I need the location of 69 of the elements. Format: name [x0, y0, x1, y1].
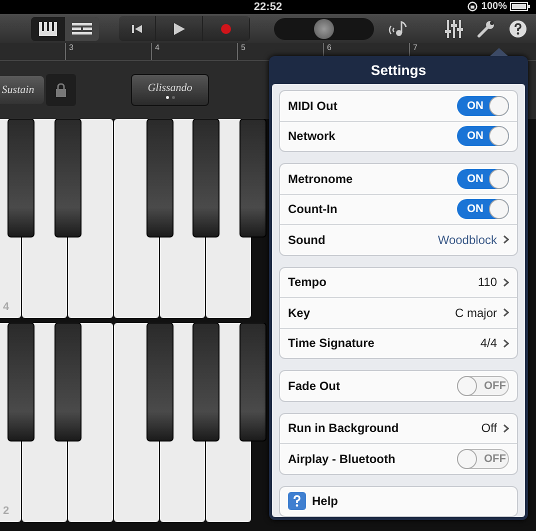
setting-label: Airplay - Bluetooth — [288, 452, 396, 466]
chevron-icon — [503, 235, 509, 244]
setting-label: Fade Out — [288, 378, 342, 393]
popover-arrow — [490, 48, 508, 56]
settings-row[interactable]: Network ON — [280, 120, 517, 151]
settings-row[interactable]: Sound Woodblock — [280, 224, 517, 254]
wrench-icon[interactable] — [477, 20, 495, 38]
octave-label: 2 — [3, 505, 10, 517]
chevron-icon — [503, 338, 509, 348]
rewind-button[interactable] — [119, 16, 156, 41]
octave-label: 4 — [3, 301, 10, 313]
setting-value: 4/4 — [480, 336, 497, 350]
record-icon — [221, 24, 231, 34]
setting-value: C major — [454, 306, 497, 320]
setting-label: MIDI Out — [288, 98, 338, 113]
mixer-icon[interactable] — [445, 20, 463, 38]
battery-icon — [510, 2, 530, 11]
settings-row[interactable]: Help — [280, 486, 517, 516]
piano-keys-drawing[interactable] — [0, 119, 269, 319]
status-time: 22:52 — [254, 1, 282, 13]
setting-label: Tempo — [288, 275, 328, 290]
toggle-switch[interactable]: ON — [457, 96, 509, 116]
glissando-button[interactable]: Glissando — [131, 74, 209, 106]
piano-keys-icon — [39, 22, 57, 36]
settings-row[interactable]: MIDI Out ON — [280, 91, 517, 120]
rewind-icon — [132, 24, 142, 34]
sustain-button[interactable]: Sustain — [0, 76, 44, 104]
settings-row[interactable]: Run in Background Off — [280, 414, 517, 443]
battery-percent: 100% — [481, 1, 507, 12]
setting-label: Time Signature — [288, 336, 376, 350]
lock-icon[interactable] — [55, 83, 67, 97]
settings-row[interactable]: Time Signature 4/4 — [280, 328, 517, 358]
chevron-icon — [503, 308, 509, 318]
settings-row[interactable]: Key C major — [280, 297, 517, 328]
volume-knob[interactable] — [314, 18, 334, 38]
setting-value: Woodblock — [438, 232, 497, 247]
play-button[interactable] — [156, 16, 203, 41]
setting-label: Key — [288, 306, 312, 320]
settings-row[interactable]: Count-In ON — [280, 194, 517, 224]
chevron-icon — [503, 278, 509, 287]
play-icon — [173, 22, 185, 34]
tracks-icon — [72, 22, 92, 34]
settings-row[interactable]: Fade Out OFF — [280, 371, 517, 400]
bar-number: 4 — [151, 43, 237, 60]
setting-label: Network — [288, 129, 336, 144]
settings-row[interactable]: Airplay - Bluetooth OFF — [280, 443, 517, 474]
music-note-icon[interactable] — [388, 20, 408, 38]
help-icon — [288, 492, 306, 510]
setting-label: Metronome — [288, 172, 354, 186]
setting-value: 110 — [478, 275, 497, 290]
toggle-switch[interactable]: ON — [457, 199, 509, 220]
toggle-switch[interactable]: ON — [457, 126, 509, 146]
keyboard-view-tab[interactable] — [31, 16, 65, 40]
rotation-lock-icon — [467, 1, 478, 12]
toggle-switch[interactable]: ON — [457, 168, 509, 189]
settings-row[interactable]: Tempo 110 — [280, 268, 517, 297]
bar-number: 3 — [65, 43, 151, 60]
popover-title: Settings — [370, 61, 428, 80]
chevron-icon — [503, 424, 509, 433]
piano-keys-drawing[interactable] — [0, 323, 269, 523]
settings-row[interactable]: Metronome ON — [280, 164, 517, 194]
setting-label: Run in Background — [288, 421, 400, 436]
volume-slider[interactable] — [274, 18, 374, 40]
setting-label: Sound — [288, 232, 326, 247]
setting-label: Help — [312, 494, 340, 508]
setting-value: Off — [481, 421, 497, 436]
setting-label: Count-In — [288, 202, 338, 216]
help-icon[interactable] — [509, 20, 527, 38]
tracks-view-tab[interactable] — [65, 16, 99, 40]
